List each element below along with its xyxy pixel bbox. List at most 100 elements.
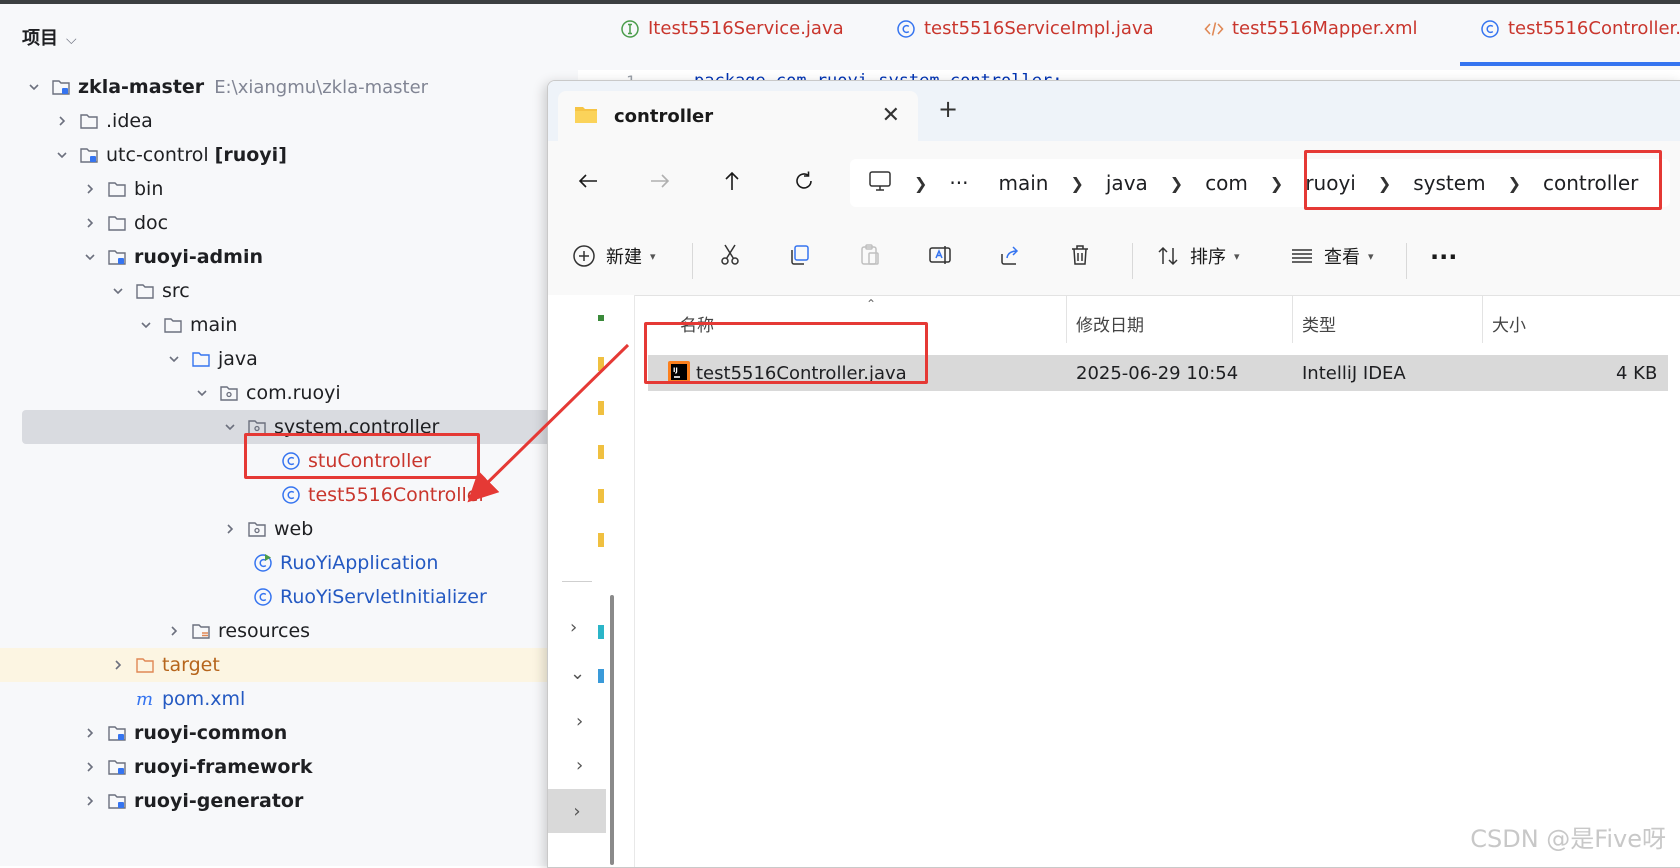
tree-item-ruoyi-framework[interactable]: ruoyi-framework	[0, 750, 578, 784]
chevron-down-icon[interactable]	[138, 317, 154, 333]
chevron-right-icon[interactable]	[82, 759, 98, 775]
java-interface-icon	[620, 19, 640, 39]
column-header-size[interactable]: 大小	[1492, 311, 1526, 336]
share-button[interactable]	[998, 243, 1032, 267]
sort-icon	[1158, 246, 1178, 266]
column-header-type[interactable]: 类型	[1302, 311, 1336, 336]
module-badge: [ruoyi]	[214, 144, 287, 166]
tab-test5516mapper[interactable]: test5516Mapper.xml	[1204, 18, 1418, 39]
tree-label: ruoyi-generator	[134, 790, 304, 812]
breadcrumb-com[interactable]: com	[1199, 171, 1254, 195]
tree-item-main[interactable]: main	[0, 308, 578, 342]
tree-label: target	[162, 654, 220, 676]
chevron-right-icon[interactable]	[110, 657, 126, 673]
chevron-right-icon[interactable]: ›	[548, 789, 606, 833]
tree-item-ruoyiservletinitializer[interactable]: RuoYiServletInitializer	[0, 580, 578, 614]
chevron-right-icon[interactable]	[82, 793, 98, 809]
navigation-pane[interactable]: › ⌄ › › ›	[548, 295, 635, 867]
chevron-down-icon[interactable]	[26, 79, 42, 95]
refresh-button[interactable]	[786, 163, 822, 199]
chevron-down-icon[interactable]: ⌄	[570, 663, 585, 684]
rename-icon	[929, 246, 951, 264]
chevron-right-icon[interactable]	[82, 725, 98, 741]
chevron-down-icon[interactable]	[110, 283, 126, 299]
highlight-box-file	[644, 322, 928, 384]
back-button[interactable]	[570, 163, 606, 199]
tree-label: java	[218, 348, 258, 370]
chevron-down-icon[interactable]	[222, 419, 238, 435]
tree-item-doc[interactable]: doc	[0, 206, 578, 240]
chevron-right-icon[interactable]	[222, 521, 238, 537]
tree-item-zkla-master[interactable]: zkla-master E:\xiangmu\zkla-master	[0, 70, 578, 104]
column-header-date[interactable]: 修改日期	[1076, 311, 1144, 336]
more-options-button[interactable]: ···	[1430, 243, 1457, 271]
breadcrumb-main[interactable]: main	[992, 171, 1054, 195]
delete-button[interactable]	[1068, 243, 1102, 267]
tree-item-com-ruoyi[interactable]: com.ruoyi	[0, 376, 578, 410]
java-class-icon	[1480, 19, 1500, 39]
module-folder-icon	[78, 144, 100, 166]
column-divider[interactable]	[1482, 295, 1483, 343]
project-panel-header[interactable]: 项目 ⌵	[22, 24, 77, 50]
new-tab-button[interactable]: +	[938, 95, 958, 123]
tree-label: bin	[134, 178, 164, 200]
explorer-tab[interactable]: controller ✕	[558, 91, 918, 141]
toolbar-divider	[692, 243, 693, 279]
tree-item-test5516controller[interactable]: test5516Controller	[0, 478, 578, 512]
module-folder-icon	[106, 756, 128, 778]
chevron-right-icon[interactable]: ›	[576, 711, 583, 732]
tree-item-target[interactable]: target	[0, 648, 578, 682]
chevron-down-icon[interactable]	[82, 249, 98, 265]
rename-button[interactable]	[928, 243, 962, 267]
tree-item-ruoyi-admin[interactable]: ruoyi-admin	[0, 240, 578, 274]
tree-item-ruoyi-generator[interactable]: ruoyi-generator	[0, 784, 578, 818]
chevron-right-icon[interactable]	[166, 623, 182, 639]
chevron-right-icon[interactable]	[54, 113, 70, 129]
tree-item-utc-control[interactable]: utc-control [ruoyi]	[0, 138, 578, 172]
tab-itest5516service[interactable]: Itest5516Service.java	[620, 18, 844, 39]
cut-button[interactable]	[718, 243, 752, 267]
chevron-right-icon[interactable]: ›	[570, 617, 577, 638]
paste-button[interactable]	[858, 243, 892, 267]
close-icon[interactable]: ✕	[882, 103, 900, 128]
up-button[interactable]	[714, 163, 750, 199]
tree-item-idea[interactable]: .idea	[0, 104, 578, 138]
source-folder-icon	[190, 348, 212, 370]
copy-button[interactable]	[788, 243, 822, 267]
java-main-class-icon	[252, 552, 274, 574]
chevron-right-icon[interactable]	[82, 215, 98, 231]
new-button[interactable]: 新建 ▾	[572, 243, 656, 269]
tab-label: Itest5516Service.java	[648, 18, 844, 39]
project-path-hint: E:\xiangmu\zkla-master	[214, 76, 429, 98]
tree-item-ruoyiapplication[interactable]: RuoYiApplication	[0, 546, 578, 580]
column-divider[interactable]	[1066, 295, 1067, 343]
column-divider[interactable]	[1292, 295, 1293, 343]
chevron-down-icon[interactable]	[166, 351, 182, 367]
breadcrumb-java[interactable]: java	[1100, 171, 1154, 195]
tab-test5516controller[interactable]: test5516Controller.j	[1480, 18, 1680, 39]
tree-item-ruoyi-common[interactable]: ruoyi-common	[0, 716, 578, 750]
sort-button[interactable]: 排序 ▾	[1156, 243, 1240, 269]
breadcrumb-ellipsis[interactable]: ···	[943, 171, 974, 195]
forward-button[interactable]	[642, 163, 678, 199]
tree-label: com.ruoyi	[246, 382, 341, 404]
chevron-right-icon[interactable]	[82, 181, 98, 197]
tab-test5516serviceimpl[interactable]: test5516ServiceImpl.java	[896, 18, 1154, 39]
computer-icon[interactable]	[850, 170, 898, 197]
tree-item-bin[interactable]: bin	[0, 172, 578, 206]
tree-item-pom-xml[interactable]: m pom.xml	[0, 682, 578, 716]
tree-item-src[interactable]: src	[0, 274, 578, 308]
highlight-box-package	[244, 433, 480, 479]
tree-item-resources[interactable]: resources	[0, 614, 578, 648]
file-size: 4 KB	[1616, 363, 1658, 384]
chevron-down-icon[interactable]	[194, 385, 210, 401]
tree-item-web[interactable]: web	[0, 512, 578, 546]
chevron-down-icon[interactable]	[54, 147, 70, 163]
nav-item-marker	[598, 315, 604, 321]
nav-scrollbar[interactable]	[610, 595, 614, 865]
sort-button-label: 排序	[1190, 247, 1226, 268]
view-button[interactable]: 查看 ▾	[1290, 243, 1374, 269]
tree-label: .idea	[106, 110, 153, 132]
chevron-right-icon[interactable]: ›	[576, 755, 583, 776]
tree-item-java[interactable]: java	[0, 342, 578, 376]
